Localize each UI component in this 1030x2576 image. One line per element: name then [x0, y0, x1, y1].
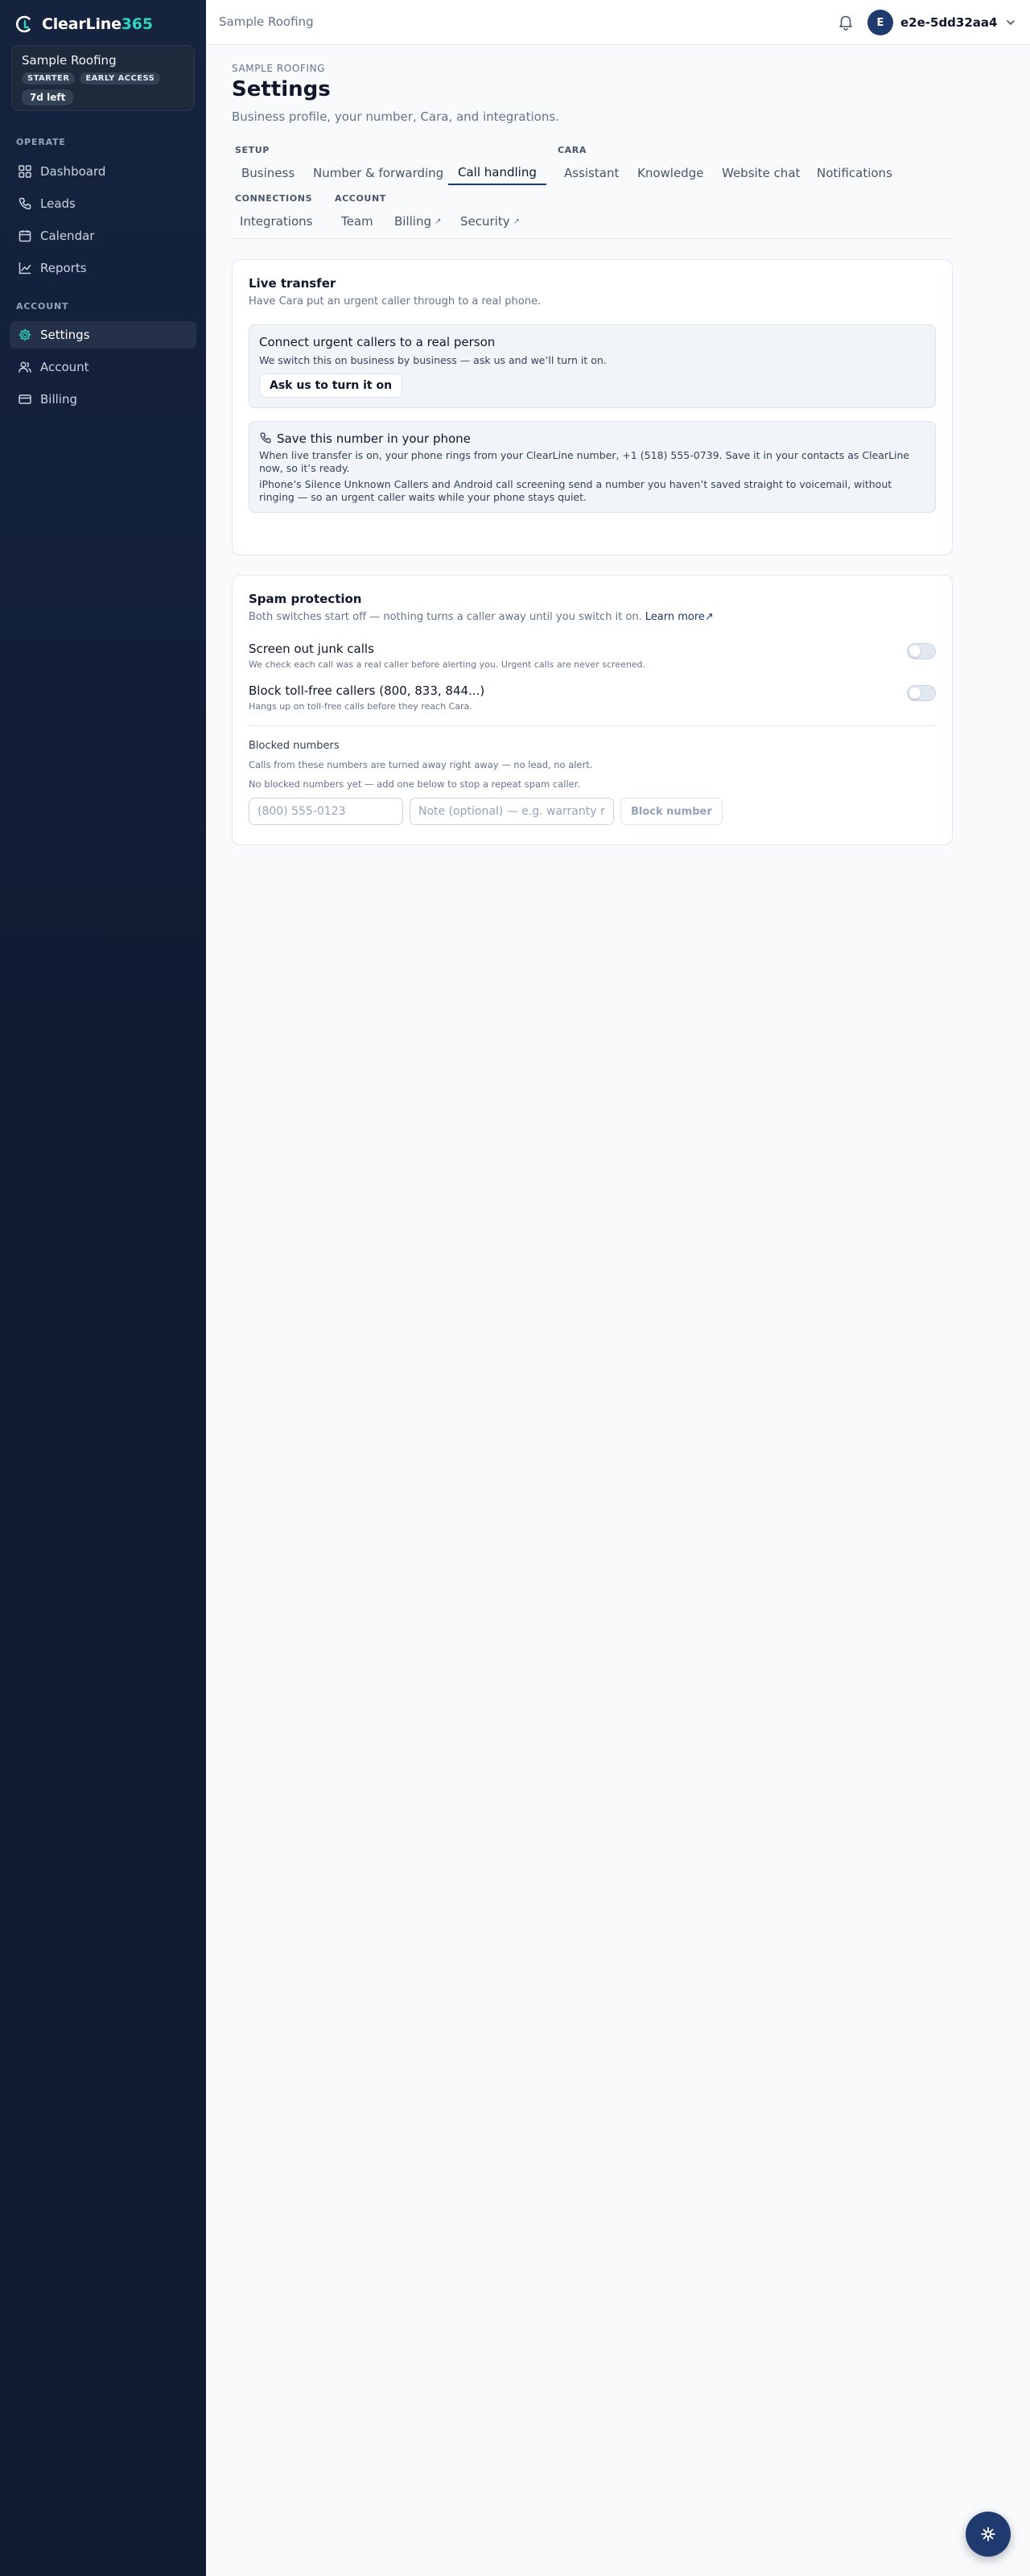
trial-days-badge: 7d left	[22, 89, 74, 105]
sidebar-item-label: Dashboard	[40, 164, 106, 179]
tab-billing[interactable]: Billing ↗	[385, 209, 451, 233]
save-number-panel: Save this number in your phone When live…	[249, 421, 936, 513]
logo[interactable]: ClearLine365	[14, 13, 153, 35]
page-eyebrow: SAMPLE ROOFING	[232, 63, 326, 74]
sidebar-item-reports[interactable]: Reports	[10, 254, 196, 282]
live-transfer-card: Live transfer Have Cara put an urgent ca…	[232, 259, 953, 555]
request-live-transfer-button[interactable]: Ask us to turn it on	[259, 374, 403, 398]
card-subtitle: Have Cara put an urgent caller through t…	[249, 295, 542, 308]
panel-text: When live transfer is on, your phone rin…	[259, 449, 910, 474]
toggle-label: Screen out junk calls	[249, 642, 374, 656]
toggle-help: We check each call was a real caller bef…	[249, 659, 646, 670]
tab-call-handling[interactable]: Call handling	[448, 161, 546, 185]
spam-protection-card: Spam protection Both switches start off …	[232, 575, 953, 845]
blocked-numbers-title: Blocked numbers	[249, 740, 340, 752]
card-title: Live transfer	[249, 276, 336, 291]
external-link-icon: ↗	[435, 217, 442, 226]
external-link-icon: ↗	[513, 217, 520, 226]
toggle-label: Block toll-free callers (800, 833, 844..…	[249, 683, 485, 698]
card-icon	[19, 394, 31, 404]
page-title: Settings	[232, 77, 331, 101]
logo-text: ClearLine365	[42, 15, 153, 33]
chart-icon	[19, 262, 31, 275]
blocked-numbers-text: Calls from these numbers are turned away…	[249, 759, 593, 770]
page-subtitle: Business profile, your number, Cara, and…	[232, 109, 559, 124]
nav-section-account: ACCOUNT	[16, 301, 69, 312]
sidebar-item-label: Reports	[40, 261, 87, 275]
chevron-down-icon	[1007, 20, 1016, 26]
sidebar-item-leads[interactable]: Leads	[10, 190, 196, 217]
tabs-divider	[232, 238, 953, 239]
tab-notifications[interactable]: Notifications	[807, 161, 902, 185]
connect-transfer-panel: Connect urgent callers to a real person …	[249, 324, 936, 408]
sparkle-icon	[981, 2527, 995, 2541]
assistant-launcher-button[interactable]	[966, 2512, 1011, 2557]
panel-title: Connect urgent callers to a real person	[259, 335, 496, 349]
tab-group-connections: CONNECTIONS	[235, 193, 313, 204]
calendar-icon	[19, 230, 31, 242]
nav-section-operate: OPERATE	[16, 137, 66, 147]
sidebar: ClearLine365 Sample Roofing STARTER EARL…	[0, 0, 206, 2576]
tab-group-setup: SETUP	[235, 145, 270, 155]
phone-icon	[19, 197, 31, 210]
sidebar-item-dashboard[interactable]: Dashboard	[10, 158, 196, 185]
blocked-numbers-empty: No blocked numbers yet — add one below t…	[249, 778, 581, 790]
sidebar-item-account[interactable]: Account	[10, 353, 196, 381]
phone-icon	[260, 432, 271, 444]
grid-icon	[19, 165, 31, 178]
logo-icon	[16, 15, 31, 33]
sidebar-item-settings[interactable]: Settings	[10, 321, 196, 349]
avatar: E	[867, 10, 893, 35]
tab-label: Billing	[394, 214, 431, 229]
block-number-input[interactable]	[249, 798, 403, 825]
tab-business[interactable]: Business	[232, 161, 304, 185]
breadcrumb[interactable]: Sample Roofing	[219, 14, 314, 29]
block-note-input[interactable]	[410, 798, 614, 825]
user-name: e2e-5dd32aa4	[900, 15, 998, 30]
tab-security[interactable]: Security ↗	[451, 209, 529, 233]
tab-website-chat[interactable]: Website chat	[712, 161, 810, 185]
tab-knowledge[interactable]: Knowledge	[628, 161, 713, 185]
card-divider	[249, 725, 936, 726]
tab-label: Security	[460, 214, 510, 229]
block-tollfree-toggle[interactable]	[907, 685, 936, 701]
business-name: Sample Roofing	[22, 53, 117, 68]
block-number-button[interactable]: Block number	[620, 798, 723, 825]
sidebar-item-label: Account	[40, 360, 89, 374]
learn-more-link[interactable]: Learn more↗	[645, 611, 714, 623]
panel-text: We switch this on business by business —…	[259, 354, 607, 366]
bell-icon[interactable]	[837, 13, 855, 31]
tab-integrations[interactable]: Integrations	[230, 209, 322, 233]
sidebar-item-label: Leads	[40, 196, 76, 211]
sidebar-item-label: Calendar	[40, 229, 95, 243]
top-bar: Sample Roofing E e2e-5dd32aa4	[206, 0, 1030, 45]
tab-number-forwarding[interactable]: Number & forwarding	[303, 161, 453, 185]
sidebar-item-calendar[interactable]: Calendar	[10, 222, 196, 250]
sidebar-item-label: Settings	[40, 328, 90, 342]
gear-icon	[19, 328, 31, 341]
tab-group-cara: CARA	[558, 145, 587, 155]
tab-assistant[interactable]: Assistant	[554, 161, 628, 185]
sidebar-item-billing[interactable]: Billing	[10, 386, 196, 413]
tab-team[interactable]: Team	[332, 209, 383, 233]
card-subtitle-text: Both switches start off — nothing turns …	[249, 611, 642, 623]
plan-badge: STARTER	[22, 72, 76, 85]
early-access-badge: EARLY ACCESS	[80, 72, 161, 85]
panel-title: Save this number in your phone	[277, 431, 471, 446]
card-title: Spam protection	[249, 592, 362, 606]
tab-group-account: ACCOUNT	[335, 193, 386, 204]
business-card[interactable]: Sample Roofing STARTER EARLY ACCESS 7d l…	[11, 45, 195, 111]
panel-text: iPhone’s Silence Unknown Callers and And…	[259, 478, 892, 503]
screen-junk-toggle[interactable]	[907, 643, 936, 659]
sidebar-item-label: Billing	[40, 392, 77, 407]
toggle-help: Hangs up on toll-free calls before they …	[249, 701, 472, 712]
card-subtitle: Both switches start off — nothing turns …	[249, 611, 714, 623]
user-menu[interactable]: E e2e-5dd32aa4	[867, 10, 1017, 35]
users-icon	[19, 361, 31, 373]
